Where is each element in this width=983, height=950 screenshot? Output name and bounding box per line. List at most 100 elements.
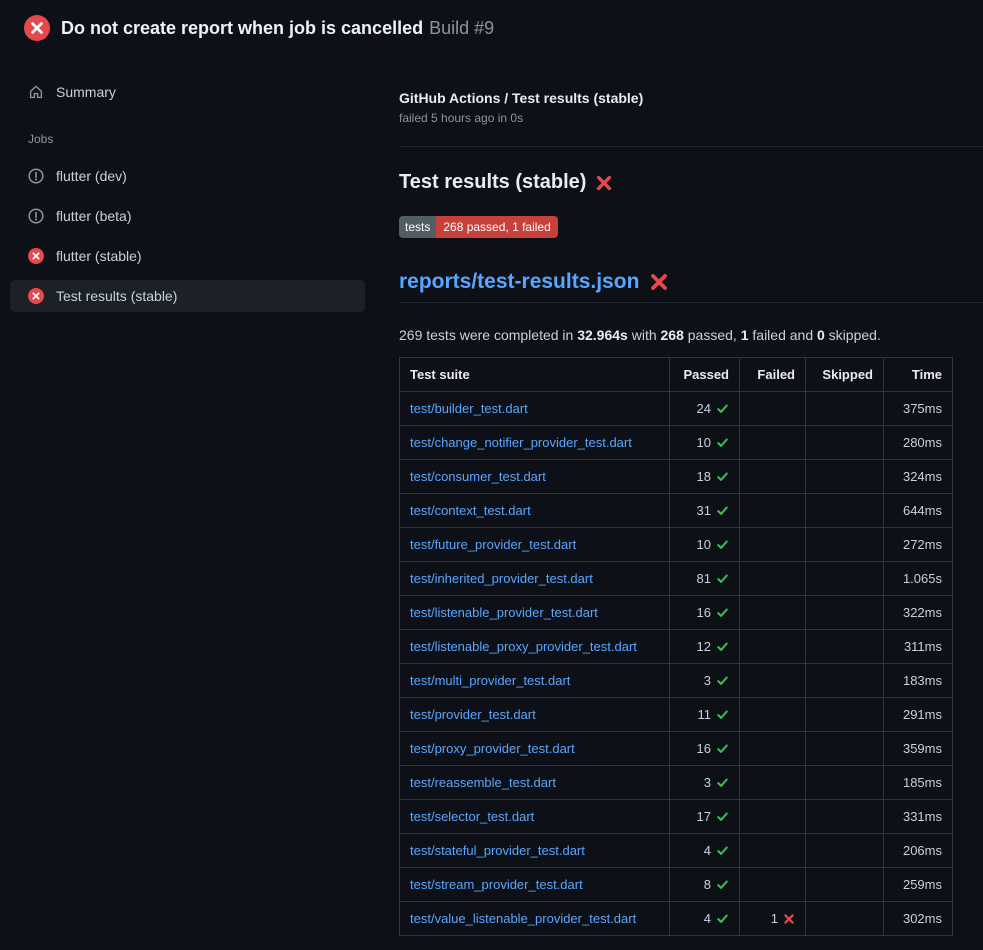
time-cell: 324ms	[884, 460, 953, 494]
suite-cell: test/listenable_proxy_provider_test.dart	[400, 630, 670, 664]
check-icon	[716, 878, 729, 891]
suite-cell: test/inherited_provider_test.dart	[400, 562, 670, 596]
time-cell: 375ms	[884, 392, 953, 426]
time-cell: 322ms	[884, 596, 953, 630]
passed-cell: 10	[670, 528, 740, 562]
time-cell: 291ms	[884, 698, 953, 732]
passed-count: 4	[704, 843, 711, 858]
suite-cell: test/stream_provider_test.dart	[400, 868, 670, 902]
check-icon	[716, 470, 729, 483]
failed-cell	[740, 834, 806, 868]
suite-link[interactable]: test/listenable_proxy_provider_test.dart	[410, 639, 637, 654]
passed-cell: 18	[670, 460, 740, 494]
suite-link[interactable]: test/context_test.dart	[410, 503, 531, 518]
passed-count: 81	[697, 571, 711, 586]
sidebar-item-flutter-stable[interactable]: flutter (stable)	[10, 240, 365, 272]
suite-cell: test/change_notifier_provider_test.dart	[400, 426, 670, 460]
tests-badge: tests 268 passed, 1 failed	[399, 216, 558, 238]
check-icon	[716, 572, 729, 585]
skipped-cell	[806, 698, 884, 732]
passed-cell: 10	[670, 426, 740, 460]
report-link[interactable]: reports/test-results.json	[399, 270, 639, 294]
table-row: test/selector_test.dart17331ms	[400, 800, 953, 834]
jobs-nav: flutter (dev) flutter (beta) flutter (st…	[0, 160, 375, 312]
passed-cell: 16	[670, 596, 740, 630]
skipped-cell	[806, 460, 884, 494]
suite-link[interactable]: test/inherited_provider_test.dart	[410, 571, 593, 586]
col-header-test-suite: Test suite	[400, 358, 670, 392]
col-header-failed: Failed	[740, 358, 806, 392]
skipped-cell	[806, 800, 884, 834]
suite-link[interactable]: test/consumer_test.dart	[410, 469, 546, 484]
skipped-cell	[806, 562, 884, 596]
suite-link[interactable]: test/value_listenable_provider_test.dart	[410, 911, 636, 926]
time-cell: 259ms	[884, 868, 953, 902]
col-header-skipped: Skipped	[806, 358, 884, 392]
table-header-row: Test suite Passed Failed Skipped Time	[400, 358, 953, 392]
jobs-heading: Jobs	[28, 132, 375, 146]
suite-link[interactable]: test/listenable_provider_test.dart	[410, 605, 598, 620]
build-number: Build #9	[429, 18, 494, 38]
failed-cell	[740, 766, 806, 800]
check-icon	[716, 844, 729, 857]
sidebar-item-label: Test results (stable)	[56, 288, 177, 304]
passed-cell: 31	[670, 494, 740, 528]
failed-cell	[740, 664, 806, 698]
suite-link[interactable]: test/multi_provider_test.dart	[410, 673, 570, 688]
summary-text: failed and	[749, 327, 818, 343]
suite-link[interactable]: test/builder_test.dart	[410, 401, 528, 416]
passed-count: 10	[697, 435, 711, 450]
sidebar-item-flutter-beta[interactable]: flutter (beta)	[10, 200, 365, 232]
x-icon	[595, 174, 613, 192]
run-header: Do not create report when job is cancell…	[0, 0, 983, 54]
failed-cell	[740, 698, 806, 732]
neutral-status-icon	[28, 208, 44, 224]
skipped-cell	[806, 426, 884, 460]
run-title: Do not create report when job is cancell…	[61, 17, 494, 40]
passed-count: 11	[698, 707, 712, 722]
passed-count: 24	[697, 401, 711, 416]
suite-link[interactable]: test/stream_provider_test.dart	[410, 877, 583, 892]
suite-link[interactable]: test/proxy_provider_test.dart	[410, 741, 575, 756]
passed-count: 10	[697, 537, 711, 552]
failed-cell: 1	[740, 902, 806, 936]
passed-cell: 81	[670, 562, 740, 596]
sidebar-item-label: flutter (dev)	[56, 168, 127, 184]
suite-cell: test/reassemble_test.dart	[400, 766, 670, 800]
check-icon	[716, 742, 729, 755]
skipped-cell	[806, 494, 884, 528]
sidebar-item-label: Summary	[56, 84, 116, 100]
suite-link[interactable]: test/provider_test.dart	[410, 707, 536, 722]
suite-link[interactable]: test/selector_test.dart	[410, 809, 534, 824]
suite-cell: test/listenable_provider_test.dart	[400, 596, 670, 630]
passed-count: 18	[697, 469, 711, 484]
summary-duration: 32.964s	[577, 327, 628, 343]
passed-count: 3	[704, 775, 711, 790]
passed-count: 12	[697, 639, 711, 654]
failed-cell	[740, 800, 806, 834]
suite-cell: test/multi_provider_test.dart	[400, 664, 670, 698]
table-row: test/listenable_proxy_provider_test.dart…	[400, 630, 953, 664]
passed-cell: 3	[670, 664, 740, 698]
summary-skipped-count: 0	[817, 327, 825, 343]
table-row: test/consumer_test.dart 18 324ms	[400, 460, 953, 494]
sidebar-item-test-results-stable[interactable]: Test results (stable)	[10, 280, 365, 312]
badge-label: tests	[399, 216, 436, 238]
page-layout: Summary Jobs flutter (dev) flutter (beta…	[0, 54, 983, 936]
sidebar-item-summary[interactable]: Summary	[10, 76, 365, 108]
sidebar-item-flutter-dev[interactable]: flutter (dev)	[10, 160, 365, 192]
summary-text: skipped.	[825, 327, 881, 343]
suite-link[interactable]: test/change_notifier_provider_test.dart	[410, 435, 632, 450]
summary-text: 269 tests were completed in	[399, 327, 577, 343]
suite-link[interactable]: test/reassemble_test.dart	[410, 775, 556, 790]
suite-link[interactable]: test/stateful_provider_test.dart	[410, 843, 585, 858]
check-icon	[716, 504, 729, 517]
table-row: test/context_test.dart 31 644ms	[400, 494, 953, 528]
time-cell: 644ms	[884, 494, 953, 528]
passed-cell: 11	[670, 698, 740, 732]
suite-link[interactable]: test/future_provider_test.dart	[410, 537, 576, 552]
passed-count: 16	[697, 605, 711, 620]
section-title-text: Test results (stable)	[399, 171, 586, 194]
suite-cell: test/value_listenable_provider_test.dart	[400, 902, 670, 936]
check-icon	[716, 640, 729, 653]
